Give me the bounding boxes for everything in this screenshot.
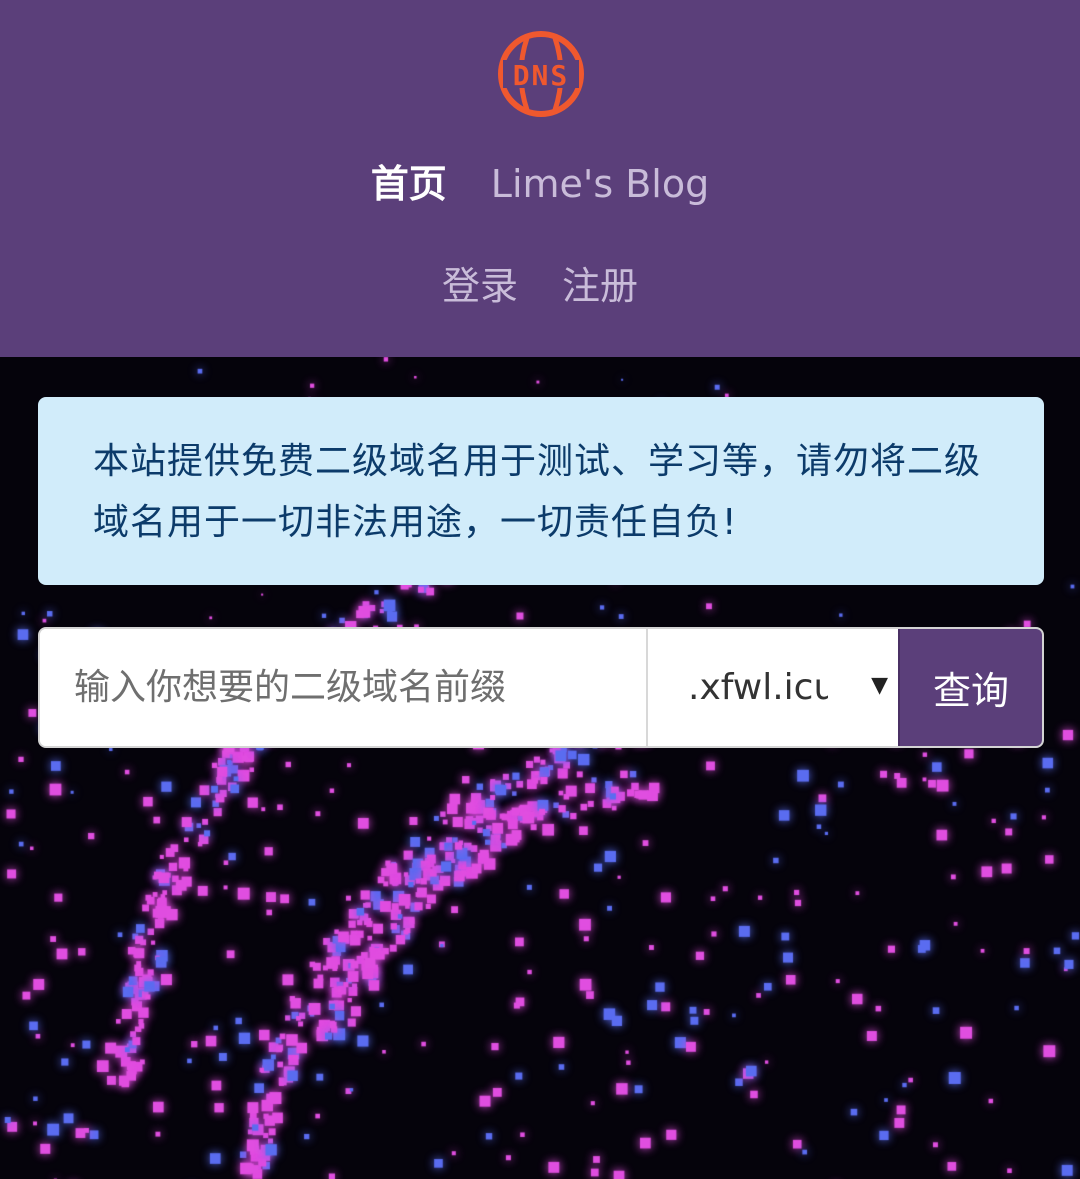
nav-home-link[interactable]: 首页 xyxy=(371,156,447,212)
domain-search-form: .xfwl.icu ▼ 查询 xyxy=(38,627,1044,748)
nav-register-link[interactable]: 注册 xyxy=(562,258,638,314)
nav-login-link[interactable]: 登录 xyxy=(442,258,518,314)
nav-blog-link[interactable]: Lime's Blog xyxy=(491,156,709,212)
dns-logo-icon[interactable]: DNS xyxy=(497,30,585,118)
page: DNS 首页 Lime's Blog 登录 注册 本站提供免费二级域名用于测试、… xyxy=(0,0,1080,1179)
primary-nav: 首页 Lime's Blog xyxy=(0,156,1080,212)
domain-suffix-select[interactable]: .xfwl.icu ▼ xyxy=(646,629,898,746)
logo-text: DNS xyxy=(513,59,570,92)
query-button[interactable]: 查询 xyxy=(898,629,1042,746)
suffix-selected-value: .xfwl.icu xyxy=(688,667,828,708)
site-header: DNS 首页 Lime's Blog 登录 注册 xyxy=(0,0,1080,357)
caret-down-icon: ▼ xyxy=(871,673,888,698)
notice-alert: 本站提供免费二级域名用于测试、学习等，请勿将二级域名用于一切非法用途，一切责任自… xyxy=(38,397,1044,585)
account-nav: 登录 注册 xyxy=(0,258,1080,314)
notice-text: 本站提供免费二级域名用于测试、学习等，请勿将二级域名用于一切非法用途，一切责任自… xyxy=(93,441,982,543)
subdomain-prefix-input[interactable] xyxy=(40,629,646,746)
